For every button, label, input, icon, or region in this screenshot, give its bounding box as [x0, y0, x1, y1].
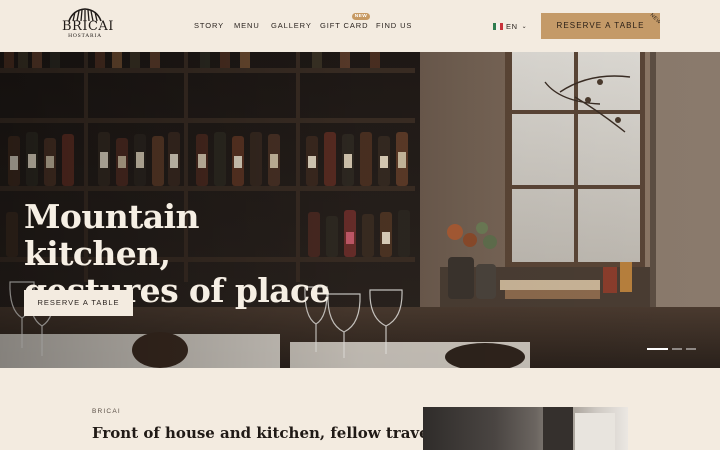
- cta-new-label: NEW: [648, 13, 660, 26]
- nav-gift-card[interactable]: GIFT CARD: [320, 21, 368, 30]
- site-header: BRICAI HOSTARIA STORY MENU GALLERY GIFT …: [0, 0, 720, 52]
- flag-icon: [493, 22, 503, 30]
- gift-card-new-badge: NEW: [352, 13, 370, 20]
- hero-title-line-1: Mountain kitchen,: [24, 197, 199, 273]
- chevron-down-icon: ⌄: [521, 23, 527, 30]
- section-title: Front of house and kitchen, fellow trave…: [92, 424, 466, 442]
- section-kicker: BRICAI: [92, 408, 121, 415]
- language-selector[interactable]: EN ⌄: [493, 21, 527, 31]
- hero-banner: Mountain kitchen, gestures of place RESE…: [0, 52, 720, 368]
- slider-pagination: [647, 348, 696, 350]
- hero-reserve-button[interactable]: RESERVE A TABLE: [24, 290, 133, 316]
- slide-dot-2[interactable]: [672, 348, 682, 350]
- nav-menu[interactable]: MENU: [234, 21, 260, 30]
- reserve-table-label: RESERVE A TABLE: [556, 21, 645, 30]
- brand-name: BRICAI: [62, 19, 114, 34]
- slide-dot-3[interactable]: [686, 348, 696, 350]
- nav-story[interactable]: STORY: [194, 21, 224, 30]
- reserve-table-button[interactable]: RESERVE A TABLE NEW: [541, 13, 660, 39]
- intro-section: BRICAI Front of house and kitchen, fello…: [0, 368, 720, 450]
- nav-gallery[interactable]: GALLERY: [271, 21, 312, 30]
- brand-subtitle: HOSTARIA: [68, 33, 102, 39]
- section-photo: [423, 407, 628, 450]
- slide-dot-1[interactable]: [647, 348, 668, 350]
- language-label: EN: [506, 21, 518, 31]
- nav-find-us[interactable]: FIND US: [376, 21, 412, 30]
- brand-logo[interactable]: BRICAI HOSTARIA: [62, 8, 114, 46]
